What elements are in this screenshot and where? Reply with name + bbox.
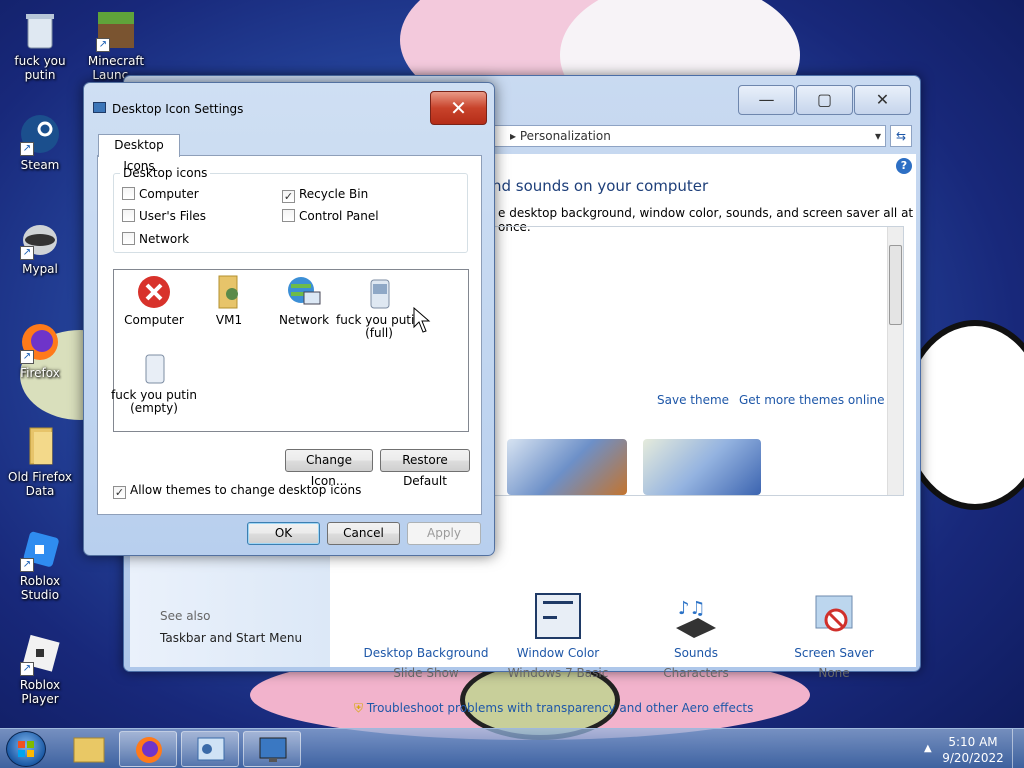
theme-thumbnail[interactable]	[643, 439, 761, 495]
error-icon	[136, 274, 172, 310]
desktop-icon-mypal[interactable]: ↗ Mypal	[2, 216, 78, 276]
troubleshoot-link[interactable]: ⛨ Troubleshoot problems with transparenc…	[354, 701, 753, 716]
start-button[interactable]	[6, 731, 46, 767]
get-more-themes-link[interactable]: Get more themes online	[739, 393, 885, 407]
control-panel-icon	[197, 737, 225, 761]
desktop-display-icon	[259, 737, 287, 762]
minecraft-icon: ↗	[94, 8, 138, 52]
taskbar-firefox[interactable]	[119, 731, 177, 767]
taskbar-explorer[interactable]	[59, 731, 117, 767]
screen-saver-icon	[810, 592, 858, 640]
address-bar[interactable]: ▸ Personalization ▾	[489, 125, 886, 147]
desktop-icon-roblox-studio[interactable]: ↗ Roblox Studio	[2, 528, 78, 602]
taskbar-personalization[interactable]	[243, 731, 301, 767]
taskbar: ▲ 5:10 AM 9/20/2022	[0, 728, 1024, 768]
scroll-thumb[interactable]	[889, 245, 902, 325]
change-icon-button[interactable]: Change Icon...	[285, 449, 373, 488]
checkbox-control-panel[interactable]: Control Panel	[282, 209, 379, 223]
minimize-button[interactable]: —	[738, 85, 795, 115]
page-heading: nd sounds on your computer	[492, 177, 709, 195]
help-icon[interactable]: ?	[896, 158, 912, 174]
maximize-button[interactable]: ▢	[796, 85, 853, 115]
desktop-icon-recycle-bin[interactable]: fuck you putin	[2, 8, 78, 82]
roblox-player-icon: ↗	[18, 632, 62, 676]
window-color-icon	[534, 592, 582, 640]
roblox-studio-icon: ↗	[18, 528, 62, 572]
sounds-option[interactable]: ♪♫ Sounds Characters	[626, 592, 766, 680]
tray-arrow-icon[interactable]: ▲	[924, 743, 932, 754]
themes-scrollbar[interactable]	[887, 227, 903, 495]
cancel-button[interactable]: Cancel	[327, 522, 400, 545]
dialog-title: Desktop Icon Settings	[112, 102, 244, 116]
desktop-icons-group: Desktop icons Computer ✓ Recycle Bin User…	[113, 166, 468, 253]
firefox-icon	[136, 737, 162, 763]
desktop-icon-firefox[interactable]: ↗ Firefox	[2, 320, 78, 380]
checkbox-users-files[interactable]: User's Files	[122, 209, 206, 223]
show-desktop-button[interactable]	[1012, 729, 1024, 768]
checkbox-recycle-bin[interactable]: ✓ Recycle Bin	[282, 187, 368, 203]
list-item-recycle-empty[interactable]: fuck you putin (empty)	[109, 349, 199, 415]
breadcrumb-arrow-icon: ▸	[510, 129, 520, 143]
breadcrumb-personalization[interactable]: Personalization	[520, 129, 611, 143]
clock-time: 5:10 AM	[948, 735, 998, 749]
checkbox-allow-themes[interactable]: ✓ Allow themes to change desktop icons	[113, 483, 361, 499]
see-also-label: See also	[160, 609, 211, 623]
checkbox-computer[interactable]: Computer	[122, 187, 199, 201]
theme-thumbnail[interactable]	[507, 439, 627, 495]
desktop-icon-settings-dialog[interactable]: Desktop Icon Settings ✕ Desktop Icons De…	[83, 82, 495, 556]
mouse-cursor-icon	[413, 307, 431, 333]
desktop-background-option[interactable]: Desktop Background Slide Show	[356, 594, 496, 680]
window-color-option[interactable]: Window Color Windows 7 Basic	[488, 592, 628, 680]
folder-icon	[73, 737, 105, 763]
firefox-icon: ↗	[18, 320, 62, 364]
dialog-panel: Desktop icons Computer ✓ Recycle Bin User…	[97, 155, 482, 515]
clock[interactable]: 5:10 AM 9/20/2022	[940, 734, 1006, 766]
user-folder-icon	[211, 274, 247, 310]
taskbar-control-panel[interactable]	[181, 731, 239, 767]
close-button[interactable]: ✕	[854, 85, 911, 115]
address-dropdown-icon[interactable]: ▾	[875, 126, 881, 146]
icon-list[interactable]: Computer VM1 Network fuck you putin (ful…	[111, 269, 469, 432]
desktop-background-icon	[402, 594, 450, 642]
desktop-icon-steam[interactable]: ↗ Steam	[2, 112, 78, 172]
restore-default-button[interactable]: Restore Default	[380, 449, 470, 488]
steam-icon: ↗	[18, 112, 62, 156]
clock-date: 9/20/2022	[942, 751, 1004, 765]
network-globe-icon	[286, 274, 322, 310]
desktop-icon-roblox-player[interactable]: ↗ Roblox Player	[2, 632, 78, 706]
recycle-bin-full-icon	[361, 274, 397, 310]
themes-box[interactable]: Save theme Get more themes online	[492, 226, 904, 496]
shield-icon: ⛨	[354, 701, 364, 715]
dialog-close-button[interactable]: ✕	[430, 91, 487, 125]
desktop-icon-old-firefox-data[interactable]: Old Firefox Data	[2, 424, 78, 498]
desktop-icon-minecraft[interactable]: ↗ Minecraft Launc...	[78, 8, 154, 82]
svg-text:♪♫: ♪♫	[678, 598, 706, 619]
recycle-bin-empty-icon	[136, 349, 172, 385]
refresh-icon[interactable]: ⇆	[890, 125, 912, 147]
folder-icon	[18, 424, 62, 468]
tab-desktop-icons[interactable]: Desktop Icons	[98, 134, 180, 173]
apply-button[interactable]: Apply	[407, 522, 481, 545]
taskbar-start-menu-link[interactable]: Taskbar and Start Menu	[160, 631, 302, 645]
screen-saver-option[interactable]: Screen Saver None	[764, 592, 904, 680]
save-theme-link[interactable]: Save theme	[657, 393, 729, 407]
mypal-icon: ↗	[18, 216, 62, 260]
dialog-app-icon	[93, 102, 106, 113]
recycle-bin-icon	[18, 8, 62, 52]
ok-button[interactable]: OK	[247, 522, 320, 545]
list-item-recycle-full[interactable]: fuck you putin (full)	[334, 274, 424, 340]
sounds-icon: ♪♫	[672, 592, 720, 640]
checkbox-network[interactable]: Network	[122, 232, 189, 246]
windows-logo-icon	[18, 741, 34, 757]
